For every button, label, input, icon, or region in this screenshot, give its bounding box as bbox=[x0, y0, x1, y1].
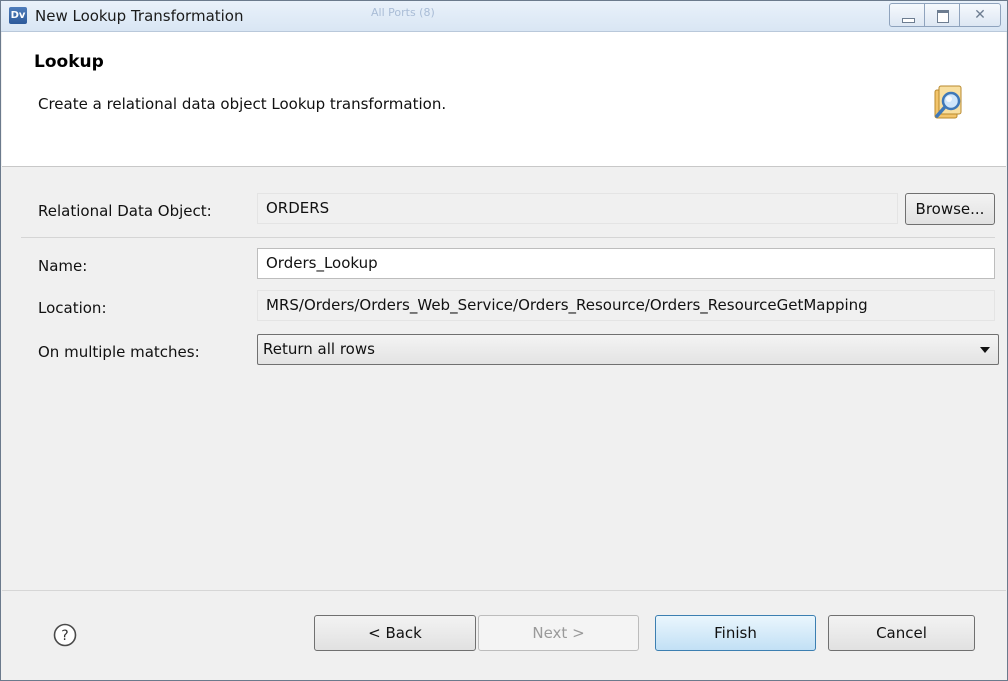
window-controls: ✕ bbox=[889, 3, 1001, 27]
help-glyph: ? bbox=[61, 628, 68, 644]
next-button[interactable]: Next > bbox=[478, 615, 639, 651]
help-icon[interactable]: ? bbox=[53, 623, 77, 647]
window-title: New Lookup Transformation bbox=[35, 7, 244, 25]
maximize-button[interactable] bbox=[924, 3, 960, 27]
back-button[interactable]: < Back bbox=[314, 615, 476, 651]
relational-data-object-label: Relational Data Object: bbox=[38, 202, 212, 220]
location-field: MRS/Orders/Orders_Web_Service/Orders_Res… bbox=[257, 290, 995, 321]
multiple-matches-label: On multiple matches: bbox=[38, 343, 200, 361]
new-lookup-transformation-dialog: Dv New Lookup Transformation All Ports (… bbox=[0, 0, 1008, 681]
title-bar[interactable]: Dv New Lookup Transformation All Ports (… bbox=[1, 1, 1007, 32]
browse-button[interactable]: Browse... bbox=[905, 193, 995, 225]
multiple-matches-selected-value: Return all rows bbox=[263, 340, 375, 358]
lookup-wizard-icon bbox=[934, 85, 962, 119]
multiple-matches-select[interactable]: Return all rows bbox=[257, 334, 999, 365]
name-label: Name: bbox=[38, 257, 88, 275]
maximize-icon bbox=[937, 10, 949, 23]
page-title: Lookup bbox=[34, 52, 104, 72]
name-input[interactable]: Orders_Lookup bbox=[257, 248, 995, 279]
close-icon: ✕ bbox=[974, 7, 986, 23]
location-label: Location: bbox=[38, 299, 107, 317]
page-description: Create a relational data object Lookup t… bbox=[38, 95, 447, 113]
form-divider bbox=[21, 237, 995, 238]
cancel-button[interactable]: Cancel bbox=[828, 615, 975, 651]
close-button[interactable]: ✕ bbox=[959, 3, 1001, 27]
finish-button[interactable]: Finish bbox=[655, 615, 816, 651]
background-window-text: All Ports (8) bbox=[371, 6, 435, 19]
footer-separator bbox=[2, 590, 1006, 591]
minimize-button[interactable] bbox=[889, 3, 925, 27]
relational-data-object-field: ORDERS bbox=[257, 193, 898, 224]
chevron-down-icon bbox=[980, 347, 990, 353]
minimize-icon bbox=[902, 18, 915, 23]
app-icon: Dv bbox=[9, 7, 27, 24]
